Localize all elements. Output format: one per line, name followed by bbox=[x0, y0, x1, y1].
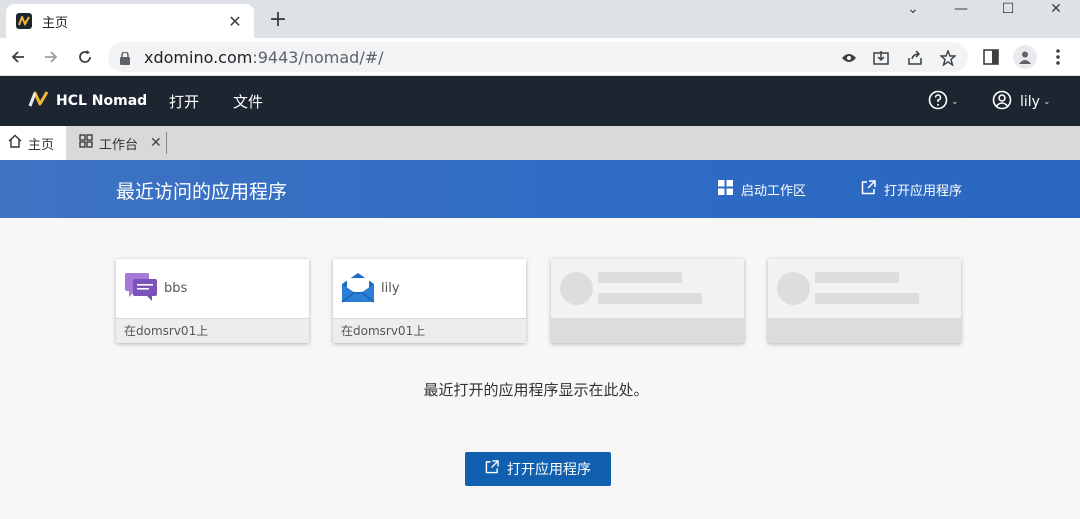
tab-home-label: 主页 bbox=[28, 137, 55, 153]
back-icon[interactable] bbox=[7, 46, 29, 68]
minimize-icon[interactable]: — bbox=[938, 0, 984, 20]
placeholder-line bbox=[815, 293, 919, 304]
reload-icon[interactable] bbox=[74, 46, 96, 68]
forward-icon[interactable] bbox=[40, 46, 62, 68]
browser-tab-title: 主页 bbox=[42, 15, 69, 31]
browser-tab[interactable]: 主页 ✕ bbox=[6, 4, 254, 38]
profile-avatar-icon[interactable] bbox=[1013, 45, 1037, 69]
app-card-lily[interactable]: lily 在domsrv01上 bbox=[333, 259, 526, 343]
app-header: HCL Nomad 打开 文件 ⌄ lily ⌄ bbox=[0, 76, 1080, 126]
app-card-bbs[interactable]: bbs 在domsrv01上 bbox=[116, 259, 309, 343]
open-app-button[interactable]: 打开应用程序 bbox=[465, 452, 611, 486]
banner-title: 最近访问的应用程序 bbox=[116, 181, 288, 203]
maximize-icon[interactable]: ☐ bbox=[985, 0, 1031, 20]
placeholder-footer bbox=[768, 318, 961, 343]
bookmark-star-icon[interactable] bbox=[939, 49, 957, 67]
install-app-icon[interactable] bbox=[872, 49, 890, 67]
app-tab-bar: 主页 工作台 ✕ bbox=[0, 126, 1080, 160]
app-card-placeholder bbox=[768, 259, 961, 343]
nomad-favicon-icon bbox=[16, 13, 32, 29]
user-menu[interactable]: lily ⌄ bbox=[992, 90, 1051, 114]
grid-icon bbox=[79, 134, 93, 152]
home-icon bbox=[8, 134, 22, 152]
placeholder-footer bbox=[551, 318, 744, 343]
app-card-header: bbs bbox=[116, 259, 309, 318]
window-close-icon[interactable]: ✕ bbox=[1033, 0, 1079, 20]
chevron-down-icon: ⌄ bbox=[951, 97, 959, 107]
eye-icon[interactable] bbox=[840, 49, 858, 67]
external-link-icon bbox=[485, 460, 499, 478]
placeholder-avatar bbox=[777, 272, 810, 305]
external-link-icon bbox=[861, 180, 876, 199]
tab-workspace-label: 工作台 bbox=[99, 137, 139, 153]
hcl-nomad-logo-icon bbox=[28, 90, 50, 112]
new-tab-icon[interactable]: + bbox=[266, 7, 290, 32]
tab-close-icon[interactable]: ✕ bbox=[150, 135, 162, 151]
brand-name: HCL Nomad bbox=[56, 93, 148, 109]
app-card-name: lily bbox=[381, 281, 400, 296]
address-bar[interactable]: xdomino.com:9443/nomad/#/ bbox=[108, 42, 968, 72]
lock-icon[interactable] bbox=[120, 50, 130, 69]
share-icon[interactable] bbox=[906, 49, 924, 67]
browser-toolbar: xdomino.com:9443/nomad/#/ bbox=[0, 38, 1080, 76]
tab-search-chevron-icon[interactable]: ⌄ bbox=[890, 0, 936, 20]
placeholder-line bbox=[598, 272, 682, 283]
browser-menu-icon[interactable] bbox=[1048, 47, 1068, 67]
empty-state-message: 最近打开的应用程序显示在此处。 bbox=[423, 381, 649, 399]
app-card-placeholder bbox=[551, 259, 744, 343]
menu-open[interactable]: 打开 bbox=[169, 91, 199, 112]
mail-icon bbox=[341, 271, 375, 307]
user-name: lily bbox=[1020, 94, 1040, 110]
discussion-icon bbox=[124, 272, 158, 306]
chevron-down-icon: ⌄ bbox=[1042, 97, 1051, 107]
side-panel-icon[interactable] bbox=[981, 47, 1001, 67]
placeholder-line bbox=[598, 293, 702, 304]
browser-tab-strip: 主页 ✕ + ⌄ — ☐ ✕ bbox=[0, 0, 1080, 38]
placeholder-avatar bbox=[560, 272, 593, 305]
help-icon bbox=[928, 90, 948, 114]
tab-home[interactable]: 主页 bbox=[0, 126, 66, 160]
tab-workspace[interactable]: 工作台 ✕ bbox=[79, 126, 162, 160]
launch-workspace-label: 启动工作区 bbox=[741, 184, 807, 199]
app-card-server: 在domsrv01上 bbox=[116, 318, 309, 343]
url-text: xdomino.com:9443/nomad/#/ bbox=[144, 48, 384, 67]
recent-apps-banner: 最近访问的应用程序 启动工作区 打开应用程序 bbox=[0, 160, 1080, 218]
app-card-name: bbs bbox=[164, 281, 188, 296]
app-card-header: lily bbox=[333, 259, 526, 318]
open-app-label: 打开应用程序 bbox=[884, 184, 963, 199]
browser-tab-close-icon[interactable]: ✕ bbox=[226, 12, 244, 31]
open-app-link[interactable]: 打开应用程序 bbox=[861, 180, 962, 199]
help-menu[interactable]: ⌄ bbox=[928, 90, 959, 114]
app-card-server: 在domsrv01上 bbox=[333, 318, 526, 343]
grid-icon bbox=[718, 180, 733, 199]
placeholder-line bbox=[815, 272, 899, 283]
tab-divider bbox=[166, 132, 167, 154]
open-app-button-label: 打开应用程序 bbox=[507, 462, 591, 478]
brand[interactable]: HCL Nomad bbox=[28, 90, 147, 112]
launch-workspace-button[interactable]: 启动工作区 bbox=[718, 180, 806, 199]
menu-file[interactable]: 文件 bbox=[233, 91, 263, 112]
user-avatar-icon bbox=[992, 90, 1012, 114]
